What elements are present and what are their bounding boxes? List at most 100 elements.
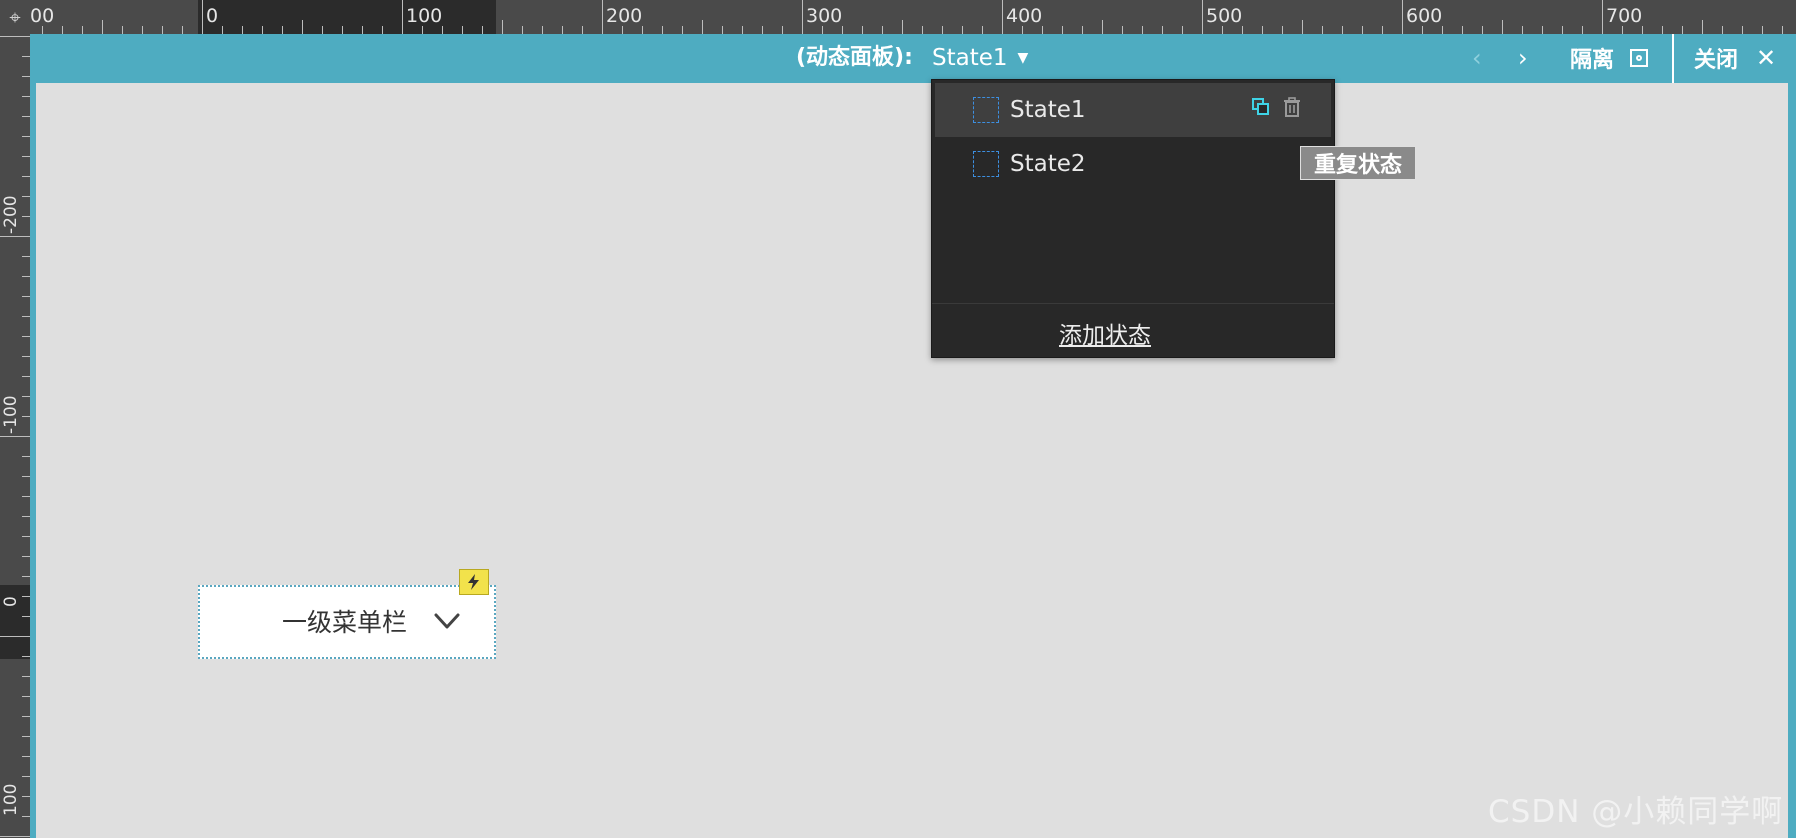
ruler-tick [302,20,303,34]
ruler-tick [362,26,363,34]
ruler-left-label: -200 [1,195,21,234]
ruler-tick [22,496,30,497]
ruler-tick [582,26,583,34]
ruler-top-label: 00 [30,5,55,27]
ruler-tick [22,96,30,97]
ruler-tick [982,26,983,34]
ruler-tick [42,26,43,34]
ruler-tick [22,796,30,797]
state-item-state2[interactable]: State2 [935,137,1331,191]
trash-icon[interactable] [1283,97,1301,117]
ruler-tick [562,26,563,34]
panel-type-label: (动态面板): [796,45,913,70]
ruler-tick [22,56,30,57]
ruler-tick [1562,26,1563,34]
chevron-down-icon [434,613,460,629]
ruler-tick [22,76,30,77]
ruler-tick [442,26,443,34]
ruler-tick [1462,26,1463,34]
current-state-name: State1 [932,45,1008,71]
ruler-tick [1082,26,1083,34]
chevron-left-icon: ‹ [1472,44,1482,72]
ruler-tick [22,736,30,737]
ruler-tick [842,26,843,34]
ruler-tick [22,416,30,417]
prev-state-button[interactable]: ‹ [1472,44,1482,72]
ruler-tick [902,20,903,34]
close-button[interactable]: 关闭 ✕ [1694,44,1776,73]
ruler-tick [882,26,883,34]
design-canvas[interactable] [36,83,1788,838]
ruler-tick [22,456,30,457]
ruler-tick [22,196,30,197]
ruler-tick [1282,26,1283,34]
ruler-tick [1182,26,1183,34]
state-name: State2 [1010,151,1086,177]
ruler-tick [22,356,30,357]
ruler-tick [22,656,30,657]
ruler-tick [1142,26,1143,34]
ruler-tick [22,336,30,337]
ruler-tick [242,26,243,34]
ruler-tick [1242,26,1243,34]
isolate-label: 隔离 [1570,48,1615,73]
ruler-tick [0,436,30,437]
ruler-tick [1102,20,1103,34]
ruler-tick [22,116,30,117]
ruler-tick [22,776,30,777]
ruler-tick [682,26,683,34]
ruler-tick [22,396,30,397]
ruler-tick [762,26,763,34]
ruler-tick [482,26,483,34]
state-selector[interactable]: State1 ▼ [932,44,1028,72]
ruler-tick [822,26,823,34]
ruler-tick [22,716,30,717]
ruler-tick [262,26,263,34]
panel-editor-bar: (动态面板): State1 ▼ ‹ › 隔离 关闭 ✕ [30,34,1796,83]
ruler-tick [1582,26,1583,34]
add-state-link[interactable]: 添加状态 [1059,316,1151,350]
ruler-top-label: 500 [1206,5,1243,27]
ruler-tick [1782,26,1783,34]
ruler-tick [1262,26,1263,34]
next-state-button[interactable]: › [1518,44,1528,72]
ruler-tick [162,26,163,34]
dynamic-panel-widget[interactable]: 一级菜单栏 [198,585,496,659]
ruler-tick [742,26,743,34]
ruler-tick [342,26,343,34]
ruler-top-label: 400 [1006,5,1043,27]
ruler-tick [1422,26,1423,34]
ruler-tick [142,26,143,34]
ruler-tick [1002,0,1003,34]
ruler-tick [22,476,30,477]
ruler-tick [22,536,30,537]
ruler-left-label: 100 [1,783,21,816]
state-item-state1[interactable]: State1 [935,83,1331,137]
ruler-tick [22,136,30,137]
ruler-tick [1342,26,1343,34]
state-thumbnail-icon [973,151,999,177]
ruler-tick [1202,0,1203,34]
lightning-icon[interactable] [459,569,489,595]
ruler-tick [1602,0,1603,34]
ruler-tick [382,26,383,34]
ruler-tick [22,156,30,157]
crosshair-icon[interactable]: ⌖ [0,0,30,34]
ruler-tick [722,26,723,34]
ruler-tick [622,26,623,34]
dropdown-footer: 添加状态 [932,303,1334,358]
ruler-tick [282,26,283,34]
ruler-tick [322,26,323,34]
ruler-tick [462,26,463,34]
ruler-tick [22,696,30,697]
menu-label: 一级菜单栏 [282,608,408,637]
isolate-button[interactable]: 隔离 [1570,44,1649,73]
ruler-tick [22,576,30,577]
ruler-tick [1762,26,1763,34]
ruler-tick [1622,26,1623,34]
ruler-tick [82,26,83,34]
ruler-tick [502,20,503,34]
duplicate-icon[interactable] [1251,97,1271,117]
ruler-tick [782,26,783,34]
ruler-tick [22,296,30,297]
